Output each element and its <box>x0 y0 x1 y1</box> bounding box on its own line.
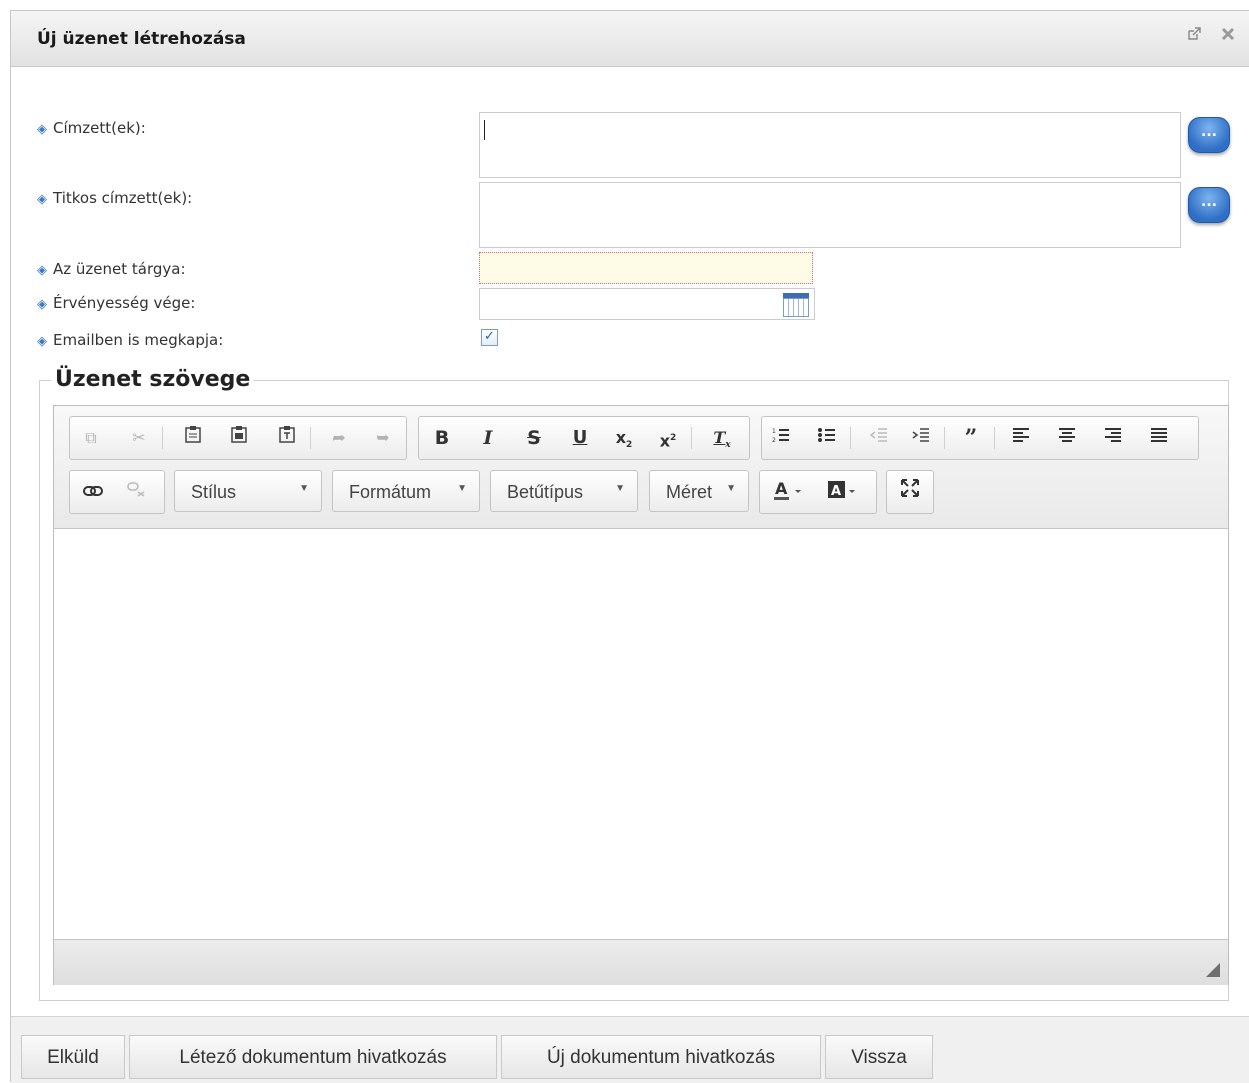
style-combo[interactable]: Stílus ▼ <box>174 470 322 512</box>
toolbar-group-paragraph: 12 ” <box>761 416 1199 460</box>
new-document-link-button[interactable]: Új dokumentum hivatkozás <box>501 1035 821 1079</box>
editor-statusbar <box>54 939 1228 985</box>
diamond-bullet-icon: ◈ <box>37 192 47 207</box>
bold-icon[interactable]: B <box>429 425 455 451</box>
toolbar-group-basicstyles: B I S U x2 x2 Tx <box>418 416 750 460</box>
font-combo[interactable]: Betűtípus ▼ <box>490 470 638 512</box>
background-color-icon[interactable]: A <box>824 479 864 505</box>
diamond-bullet-icon: ◈ <box>37 263 47 278</box>
svg-text:A: A <box>775 479 788 498</box>
dialog-button-bar: Elküld Létező dokumentum hivatkozás Új d… <box>11 1016 1249 1083</box>
maximize-icon[interactable] <box>897 479 923 505</box>
copy-icon[interactable]: ⧉ <box>78 425 104 451</box>
email-copy-label: ◈ Emailben is megkapja: <box>37 331 224 349</box>
bulleted-list-icon[interactable] <box>814 425 840 451</box>
diamond-bullet-icon: ◈ <box>37 122 47 137</box>
editor-toolbar: ⧉ ✂ ➦ ➥ B I S U x2 x2 Tx 1 2 ” Stílus ▼ … <box>54 406 1228 529</box>
dropdown-arrow-icon: ▼ <box>726 483 736 494</box>
redo-icon[interactable]: ➦ <box>326 425 352 451</box>
toolbar-group-clipboard: ⧉ ✂ ➦ ➥ <box>69 416 407 460</box>
recipients-label: ◈ Címzett(ek): <box>37 119 146 137</box>
bcc-picker-button[interactable]: ... <box>1188 187 1230 223</box>
italic-icon[interactable]: I <box>475 425 501 451</box>
dialog-titlebar: Új üzenet létrehozása <box>11 11 1249 67</box>
recipients-picker-button[interactable]: ... <box>1188 117 1230 153</box>
send-button[interactable]: Elküld <box>21 1035 125 1079</box>
new-message-dialog: Új üzenet létrehozása ◈ Címzett(ek): ◈ Tit… <box>10 10 1249 1083</box>
superscript-icon[interactable]: x2 <box>655 425 681 451</box>
indent-icon[interactable] <box>908 425 934 451</box>
subject-label: ◈ Az üzenet tárgya: <box>37 260 186 278</box>
text-caret <box>484 120 485 140</box>
subject-input[interactable] <box>479 252 813 284</box>
existing-document-link-button[interactable]: Létező dokumentum hivatkozás <box>129 1035 497 1079</box>
justify-icon[interactable] <box>1146 425 1172 451</box>
dropdown-arrow-icon: ▼ <box>457 483 467 494</box>
svg-text:2: 2 <box>772 437 776 443</box>
link-icon[interactable] <box>80 479 106 505</box>
cut-icon[interactable]: ✂ <box>126 425 152 451</box>
remove-format-icon[interactable]: Tx <box>709 425 735 451</box>
recipients-input[interactable] <box>479 112 1181 178</box>
rich-text-editor: ⧉ ✂ ➦ ➥ B I S U x2 x2 Tx 1 2 ” Stílus ▼ … <box>53 405 1229 985</box>
dropdown-arrow-icon: ▼ <box>299 483 309 494</box>
svg-text:1: 1 <box>772 428 776 435</box>
dropdown-arrow-icon: ▼ <box>615 483 625 494</box>
calendar-icon[interactable] <box>783 293 809 317</box>
dialog-title: Új üzenet létrehozása <box>37 29 246 49</box>
paste-text-icon[interactable] <box>274 425 300 451</box>
svg-text:A: A <box>831 484 841 499</box>
align-left-icon[interactable] <box>1008 425 1034 451</box>
message-body-legend: Üzenet szövege <box>51 367 255 392</box>
numbered-list-icon[interactable]: 12 <box>768 425 794 451</box>
text-color-icon[interactable]: A <box>770 479 810 505</box>
size-combo[interactable]: Méret ▼ <box>649 470 749 512</box>
external-window-icon[interactable] <box>1183 25 1205 47</box>
format-combo[interactable]: Formátum ▼ <box>332 470 480 512</box>
toolbar-group-colors: A A <box>759 470 877 514</box>
close-icon[interactable] <box>1217 25 1239 47</box>
underline-icon[interactable]: U <box>567 425 593 451</box>
align-center-icon[interactable] <box>1054 425 1080 451</box>
back-button[interactable]: Vissza <box>825 1035 933 1079</box>
subscript-icon[interactable]: x2 <box>611 425 637 451</box>
undo-icon[interactable]: ➥ <box>370 425 396 451</box>
diamond-bullet-icon: ◈ <box>37 297 47 312</box>
unlink-icon[interactable] <box>124 479 150 505</box>
bcc-input[interactable] <box>479 182 1181 248</box>
editor-content-area[interactable] <box>54 529 1228 939</box>
diamond-bullet-icon: ◈ <box>37 334 47 349</box>
outdent-icon[interactable] <box>866 425 892 451</box>
toolbar-group-links <box>69 470 165 514</box>
align-right-icon[interactable] <box>1100 425 1126 451</box>
bcc-label: ◈ Titkos címzett(ek): <box>37 189 193 207</box>
paste-word-icon[interactable] <box>226 425 252 451</box>
resize-handle-icon[interactable] <box>1206 963 1220 977</box>
paste-icon[interactable] <box>180 425 206 451</box>
expiry-label: ◈ Érvényesség vége: <box>37 294 196 312</box>
email-copy-checkbox[interactable]: ✓ <box>481 329 498 346</box>
toolbar-group-tools <box>886 470 934 514</box>
expiry-date-input[interactable] <box>479 288 815 320</box>
blockquote-icon[interactable]: ” <box>958 425 984 451</box>
strikethrough-icon[interactable]: S <box>521 425 547 451</box>
